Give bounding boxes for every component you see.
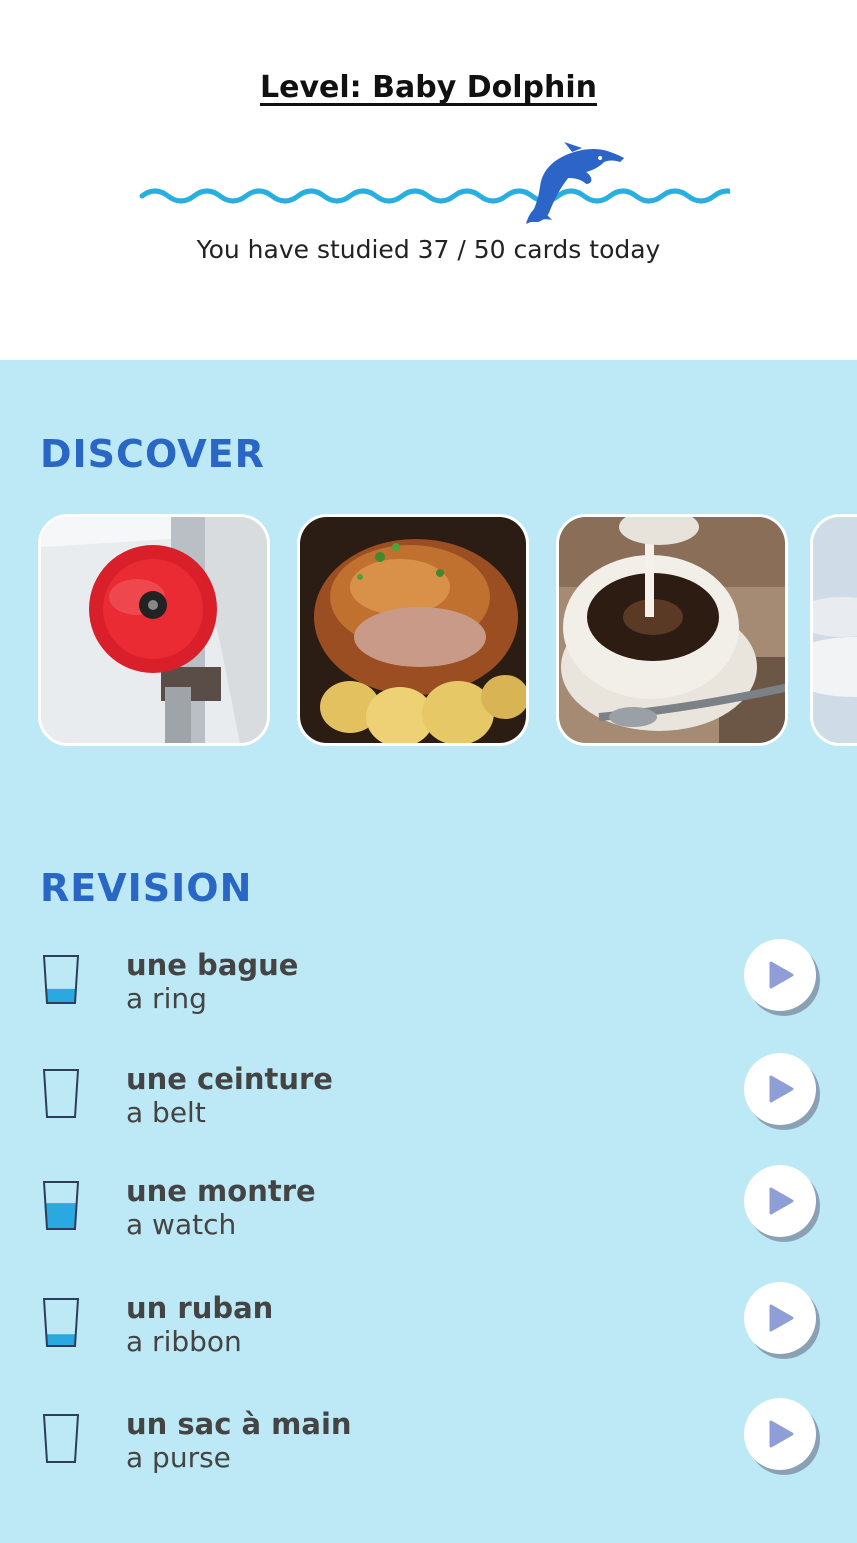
- play-icon: [769, 1304, 794, 1332]
- play-button[interactable]: [744, 1282, 816, 1354]
- daily-progress-wave: [138, 140, 847, 230]
- glass-fill: [46, 1334, 76, 1346]
- dolphin-icon: [526, 142, 625, 224]
- translation: a ribbon: [126, 1325, 242, 1358]
- play-icon: [769, 1420, 794, 1448]
- memory-glass-icon: [42, 1413, 80, 1465]
- header: Level: Baby Dolphin You have studied 37 …: [0, 0, 857, 360]
- revision-item[interactable]: une bague a ring: [0, 939, 857, 1044]
- discover-card-bell[interactable]: [38, 514, 270, 746]
- studied-count-text: You have studied 37 / 50 cards today: [196, 235, 661, 264]
- revision-item[interactable]: une montre a watch: [0, 1165, 857, 1270]
- translation: a belt: [126, 1096, 206, 1129]
- revision-item[interactable]: un ruban a ribbon: [0, 1282, 857, 1387]
- level-title: Level: Baby Dolphin: [260, 70, 597, 105]
- french-word: une ceinture: [126, 1062, 333, 1096]
- discover-title: DISCOVER: [40, 432, 265, 476]
- glass-fill: [46, 988, 76, 1003]
- play-button[interactable]: [744, 1165, 816, 1237]
- play-icon: [769, 1187, 794, 1215]
- play-button[interactable]: [744, 1398, 816, 1470]
- translation: a purse: [126, 1441, 231, 1474]
- french-word: un sac à main: [126, 1407, 352, 1441]
- revision-item[interactable]: une ceinture a belt: [0, 1053, 857, 1158]
- memory-glass-icon: [42, 1297, 80, 1349]
- french-word: une bague: [126, 948, 299, 982]
- play-button[interactable]: [744, 939, 816, 1011]
- translation: a ring: [126, 982, 207, 1015]
- memory-glass-icon: [42, 1068, 80, 1120]
- discover-card-coffee[interactable]: [556, 514, 788, 746]
- translation: a watch: [126, 1208, 237, 1241]
- glass-fill: [45, 1203, 77, 1229]
- wave-line: [139, 188, 847, 204]
- french-word: une montre: [126, 1174, 316, 1208]
- memory-glass-icon: [42, 954, 80, 1006]
- play-icon: [769, 1075, 794, 1103]
- revision-title: REVISION: [40, 866, 253, 910]
- discover-carousel[interactable]: [0, 514, 857, 750]
- play-icon: [769, 961, 794, 989]
- revision-item[interactable]: un sac à main a purse: [0, 1398, 857, 1503]
- discover-card-roast[interactable]: [297, 514, 529, 746]
- play-button[interactable]: [744, 1053, 816, 1125]
- french-word: un ruban: [126, 1291, 274, 1325]
- memory-glass-icon: [42, 1180, 80, 1232]
- discover-card-clouds[interactable]: [810, 514, 857, 746]
